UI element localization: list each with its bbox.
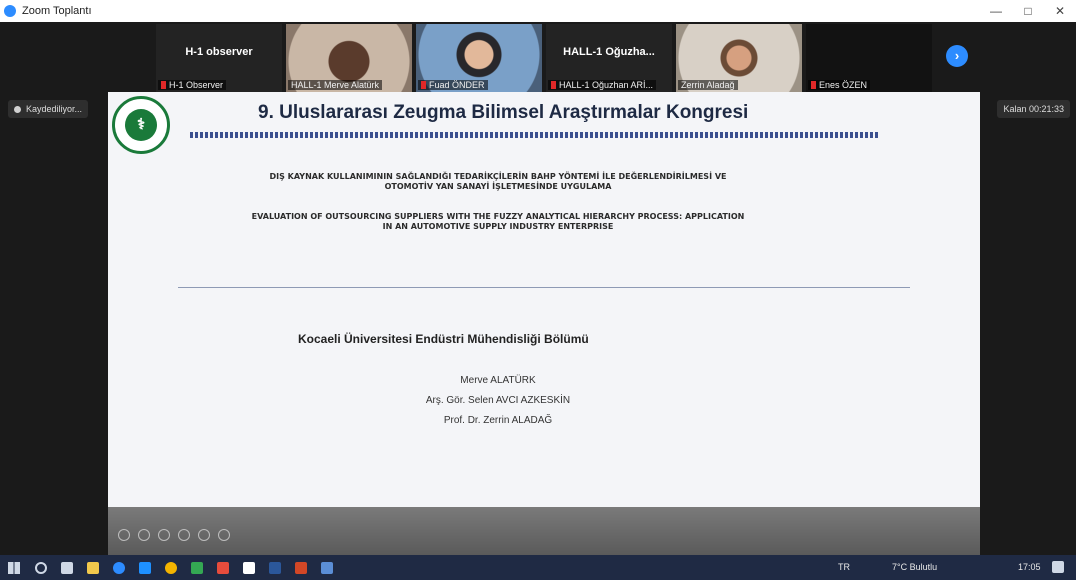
prev-slide-icon[interactable] bbox=[118, 529, 130, 541]
participant-caption: Enes ÖZEN bbox=[808, 80, 871, 90]
photos-icon[interactable] bbox=[321, 561, 333, 574]
participant-tile[interactable]: Enes ÖZEN bbox=[806, 24, 932, 92]
notification-icon[interactable] bbox=[1052, 561, 1064, 573]
participant-caption: H-1 Observer bbox=[158, 80, 227, 90]
clock[interactable]: 17:05 bbox=[1018, 562, 1041, 572]
search-icon[interactable] bbox=[35, 561, 47, 574]
edge-icon[interactable] bbox=[139, 561, 151, 574]
participant-name: H-1 observer bbox=[185, 46, 253, 58]
next-participants-button[interactable]: › bbox=[946, 45, 968, 67]
slide-title: 9. Uluslararası Zeugma Bilimsel Araştırm… bbox=[258, 102, 749, 123]
english-paper-title: EVALUATION OF OUTSOURCING SUPPLIERS WITH… bbox=[251, 212, 745, 231]
window-title-bar: Zoom Toplantı — □ ✕ bbox=[0, 0, 1076, 23]
mic-muted-icon bbox=[811, 81, 816, 89]
participant-video-tile[interactable]: Zerrin Aladağ bbox=[676, 24, 802, 92]
notepad-icon[interactable] bbox=[243, 561, 255, 574]
pen-icon[interactable] bbox=[158, 529, 170, 541]
author-name: Prof. Dr. Zerrin ALADAĞ bbox=[443, 415, 553, 426]
participant-tile[interactable]: HALL-1 Oğuzha... HALL-1 Oğuzhan ARİ... bbox=[546, 24, 672, 92]
department-name: Kocaeli Üniversitesi Endüstri Mühendisli… bbox=[298, 332, 589, 346]
recording-label: Kaydediliyor... bbox=[26, 104, 83, 114]
turkish-paper-title: DIŞ KAYNAK KULLANIMININ SAĞLANDIĞI TEDAR… bbox=[269, 172, 727, 191]
close-button[interactable]: ✕ bbox=[1044, 0, 1076, 22]
participant-video-tile[interactable]: HALL-1 Merve Alatürk bbox=[286, 24, 412, 92]
minimize-button[interactable]: — bbox=[980, 0, 1012, 22]
mic-muted-icon bbox=[421, 81, 426, 89]
word-icon[interactable] bbox=[269, 561, 281, 574]
section-divider bbox=[178, 287, 910, 288]
participant-tile[interactable]: H-1 observer H-1 Observer bbox=[156, 24, 282, 92]
more-icon[interactable] bbox=[218, 529, 230, 541]
record-dot-icon bbox=[14, 105, 21, 113]
chrome-icon[interactable] bbox=[165, 561, 177, 574]
pdf-icon[interactable] bbox=[217, 561, 229, 574]
keyboard-language[interactable]: TR bbox=[838, 562, 850, 572]
university-logo-icon: ⚕ bbox=[112, 96, 170, 154]
powerpoint-icon[interactable] bbox=[295, 561, 307, 574]
weather-widget[interactable]: 7°C Bulutlu bbox=[892, 562, 937, 572]
shared-slide: ⚕ 9. Uluslararası Zeugma Bilimsel Araştı… bbox=[108, 92, 980, 507]
slide-control-toolbar bbox=[108, 507, 980, 555]
participant-caption: Fuad ÖNDER bbox=[418, 80, 488, 90]
zoom-logo-icon bbox=[4, 5, 16, 17]
file-explorer-icon[interactable] bbox=[87, 561, 99, 574]
participant-caption: Zerrin Aladağ bbox=[678, 80, 738, 90]
windows-start-icon[interactable] bbox=[8, 561, 20, 574]
zoom-icon[interactable] bbox=[198, 529, 210, 541]
task-view-icon[interactable] bbox=[61, 561, 73, 574]
participant-caption: HALL-1 Merve Alatürk bbox=[288, 80, 383, 90]
windows-taskbar: TR 7°C Bulutlu 17:05 bbox=[0, 555, 1076, 580]
participant-strip: H-1 observer H-1 Observer HALL-1 Merve A… bbox=[0, 22, 1076, 94]
recording-indicator[interactable]: Kaydediliyor... bbox=[8, 100, 89, 118]
window-title: Zoom Toplantı bbox=[22, 5, 92, 17]
title-divider bbox=[190, 132, 880, 138]
grid-icon[interactable] bbox=[178, 529, 190, 541]
mic-muted-icon bbox=[551, 81, 556, 89]
participant-video-tile[interactable]: Fuad ÖNDER bbox=[416, 24, 542, 92]
author-name: Merve ALATÜRK bbox=[460, 375, 536, 386]
author-name: Arş. Gör. Selen AVCI AZKESKİN bbox=[425, 395, 571, 406]
meeting-stage: H-1 observer H-1 Observer HALL-1 Merve A… bbox=[0, 22, 1076, 555]
mic-muted-icon bbox=[161, 81, 166, 89]
next-slide-icon[interactable] bbox=[138, 529, 150, 541]
maximize-button[interactable]: □ bbox=[1012, 0, 1044, 22]
zoom-taskbar-icon[interactable] bbox=[113, 561, 125, 574]
participant-caption: HALL-1 Oğuzhan ARİ... bbox=[548, 80, 657, 90]
participant-name: HALL-1 Oğuzha... bbox=[563, 46, 655, 58]
meeting-timer: Kalan 00:21:33 bbox=[997, 100, 1070, 118]
app-icon[interactable] bbox=[191, 561, 203, 574]
